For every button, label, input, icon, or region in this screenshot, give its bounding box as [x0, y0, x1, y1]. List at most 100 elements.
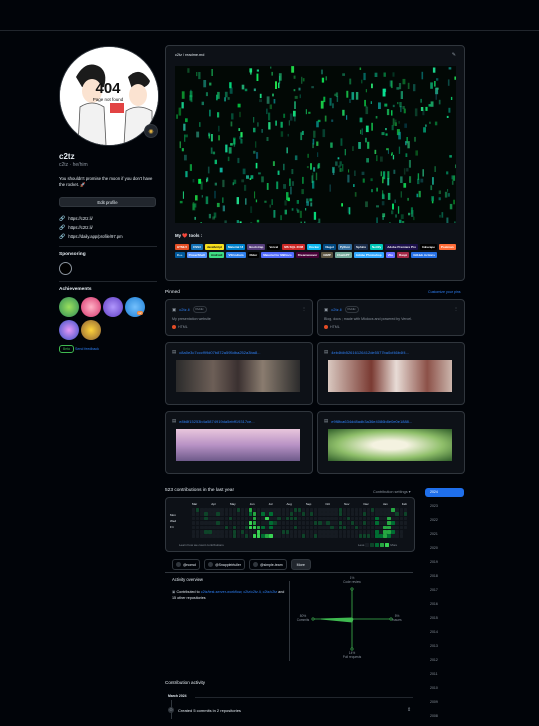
- contribution-cell[interactable]: [371, 517, 374, 521]
- contribution-cell[interactable]: [204, 521, 207, 525]
- contribution-cell[interactable]: [204, 512, 207, 516]
- contribution-cell[interactable]: [220, 517, 223, 521]
- contribution-cell[interactable]: [363, 530, 366, 534]
- year-link[interactable]: 2012: [425, 656, 464, 670]
- contribution-cell[interactable]: [286, 521, 289, 525]
- contribution-cell[interactable]: [253, 517, 256, 521]
- contribution-cell[interactable]: [273, 526, 276, 530]
- contribution-cell[interactable]: [391, 508, 394, 512]
- contribution-cell[interactable]: [359, 526, 362, 530]
- contribution-cell[interactable]: [257, 534, 260, 538]
- contribution-cell[interactable]: [294, 526, 297, 530]
- contribution-cell[interactable]: [395, 517, 398, 521]
- contribution-cell[interactable]: [330, 526, 333, 530]
- contribution-cell[interactable]: [298, 534, 301, 538]
- contribution-cell[interactable]: [351, 512, 354, 516]
- achievement-arctic-icon[interactable]: [81, 320, 101, 340]
- contribution-cell[interactable]: [379, 530, 382, 534]
- contribution-cell[interactable]: [343, 512, 346, 516]
- pinned-gist-card[interactable]: ▤c8a0e3c7cccf99d07b872a595dba252a3ba8...: [165, 342, 313, 405]
- contribution-cell[interactable]: [302, 521, 305, 525]
- contribution-cell[interactable]: [204, 517, 207, 521]
- contribution-cell[interactable]: [265, 534, 268, 538]
- contribution-cell[interactable]: [212, 534, 215, 538]
- contribution-cell[interactable]: [273, 521, 276, 525]
- contribution-cell[interactable]: [330, 521, 333, 525]
- contribution-cell[interactable]: [310, 521, 313, 525]
- contribution-cell[interactable]: [306, 508, 309, 512]
- contribution-cell[interactable]: [383, 530, 386, 534]
- contribution-cell[interactable]: [269, 534, 272, 538]
- contribution-cell[interactable]: [241, 517, 244, 521]
- contribution-cell[interactable]: [282, 526, 285, 530]
- contribution-cell[interactable]: [282, 512, 285, 516]
- contribution-cell[interactable]: [363, 521, 366, 525]
- contribution-cell[interactable]: [245, 521, 248, 525]
- contribution-cell[interactable]: [212, 517, 215, 521]
- contribution-cell[interactable]: [302, 534, 305, 538]
- contribution-cell[interactable]: [294, 508, 297, 512]
- contribution-cell[interactable]: [220, 508, 223, 512]
- contribution-cell[interactable]: [334, 521, 337, 525]
- contribution-cell[interactable]: [216, 517, 219, 521]
- contribution-cell[interactable]: [290, 530, 293, 534]
- org-chip[interactable]: @nomol: [172, 559, 200, 570]
- repo-name-link[interactable]: c2tz.li: [179, 307, 189, 312]
- contribution-cell[interactable]: [391, 526, 394, 530]
- contribution-cell[interactable]: [343, 521, 346, 525]
- contribution-cell[interactable]: [334, 534, 337, 538]
- contribution-cell[interactable]: [241, 508, 244, 512]
- contribution-cell[interactable]: [204, 508, 207, 512]
- year-link[interactable]: 2008: [425, 712, 464, 726]
- contribution-cell[interactable]: [351, 526, 354, 530]
- contribution-cell[interactable]: [208, 530, 211, 534]
- contribution-cell[interactable]: [237, 508, 240, 512]
- contribution-cell[interactable]: [379, 508, 382, 512]
- contribution-cell[interactable]: [306, 526, 309, 530]
- contribution-cell[interactable]: [322, 517, 325, 521]
- contribution-cell[interactable]: [233, 534, 236, 538]
- contribution-cell[interactable]: [314, 508, 317, 512]
- contribution-cell[interactable]: [359, 517, 362, 521]
- contribution-cell[interactable]: [367, 508, 370, 512]
- contribution-cell[interactable]: [225, 508, 228, 512]
- contribution-cell[interactable]: [241, 526, 244, 530]
- drag-handle-icon[interactable]: ⋮: [302, 306, 306, 311]
- contribution-cell[interactable]: [310, 534, 313, 538]
- contribution-cell[interactable]: [351, 521, 354, 525]
- contribution-cell[interactable]: [233, 526, 236, 530]
- contribution-cell[interactable]: [282, 530, 285, 534]
- contribution-cell[interactable]: [237, 512, 240, 516]
- contribution-cell[interactable]: [371, 530, 374, 534]
- contribution-cell[interactable]: [302, 517, 305, 521]
- contribution-cell[interactable]: [200, 526, 203, 530]
- contribution-cell[interactable]: [273, 517, 276, 521]
- contribution-cell[interactable]: [220, 526, 223, 530]
- contribution-cell[interactable]: [233, 512, 236, 516]
- contribution-cell[interactable]: [318, 521, 321, 525]
- contribution-cell[interactable]: [314, 517, 317, 521]
- contribution-cell[interactable]: [212, 512, 215, 516]
- achievement-heart-icon[interactable]: [81, 297, 101, 317]
- contribution-cell[interactable]: [322, 521, 325, 525]
- pinned-gist-card[interactable]: ▤e8b8f15253b4a5874919da5ebff19317ce...: [165, 411, 313, 474]
- contribution-cell[interactable]: [359, 530, 362, 534]
- contribution-cell[interactable]: [225, 530, 228, 534]
- contribution-cell[interactable]: [290, 517, 293, 521]
- contribution-cell[interactable]: [318, 526, 321, 530]
- contribution-cell[interactable]: [282, 534, 285, 538]
- contribution-cell[interactable]: [253, 534, 256, 538]
- contribution-cell[interactable]: [229, 521, 232, 525]
- drag-handle-icon[interactable]: ⋮: [454, 306, 458, 311]
- contribution-cell[interactable]: [200, 512, 203, 516]
- contribution-cell[interactable]: [314, 526, 317, 530]
- contribution-cell[interactable]: [330, 517, 333, 521]
- contribution-cell[interactable]: [375, 534, 378, 538]
- contribution-cell[interactable]: [310, 526, 313, 530]
- year-link[interactable]: 2017: [425, 586, 464, 600]
- contribution-cell[interactable]: [326, 526, 329, 530]
- contribution-cell[interactable]: [204, 530, 207, 534]
- contribution-cell[interactable]: [334, 530, 337, 534]
- contribution-cell[interactable]: [334, 508, 337, 512]
- contribution-cell[interactable]: [277, 517, 280, 521]
